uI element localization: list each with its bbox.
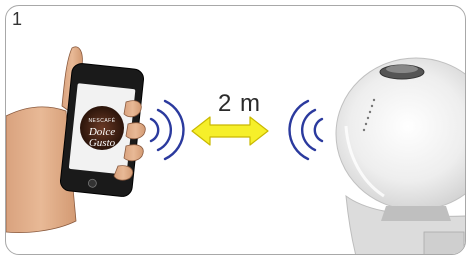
- double-headed-arrow-icon: [191, 116, 269, 146]
- logo-line2: Gusto: [88, 137, 116, 149]
- instruction-panel: NESCAFÉ Dolce Gusto 1 2 m: [5, 5, 466, 255]
- wireless-signal-waves-icon: [149, 99, 185, 161]
- hand-holding-phone: [6, 46, 146, 233]
- logo-text: NESCAFÉ Dolce Gusto: [80, 116, 124, 149]
- illustration: [6, 46, 465, 254]
- step-number: 1: [12, 9, 23, 29]
- distance-label: 2 m: [218, 90, 262, 117]
- coffee-machine: [335, 57, 465, 254]
- wireless-signal-waves-icon: [288, 99, 324, 161]
